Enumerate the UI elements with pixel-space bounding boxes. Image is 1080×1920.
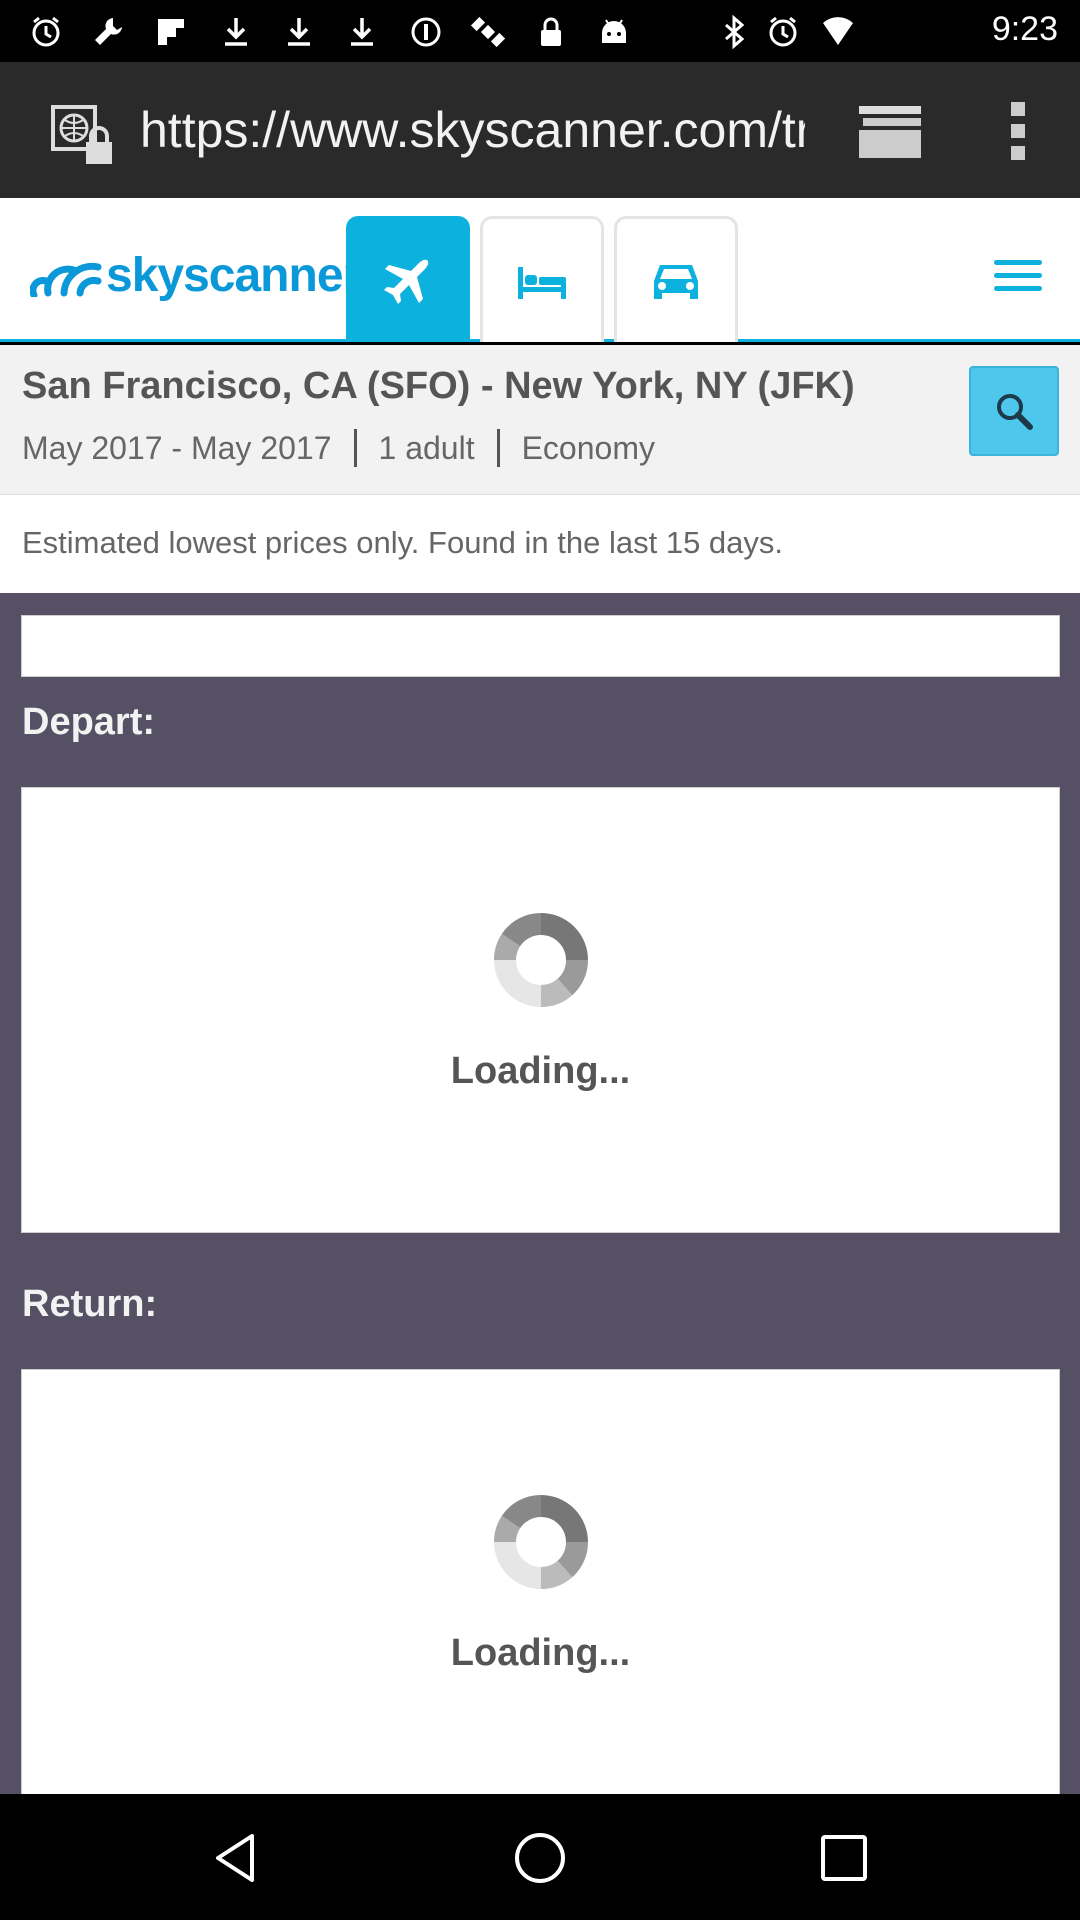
skyscanner-logo[interactable]: skyscanner xyxy=(30,248,361,302)
calendar-content: Depart: Loading... Return: Loading... xyxy=(0,593,1080,1815)
alarm-icon xyxy=(765,14,801,50)
alarm-icon xyxy=(28,14,64,50)
route-title: San Francisco, CA (SFO) - New York, NY (… xyxy=(22,365,855,407)
return-loading-text: Loading... xyxy=(450,1632,631,1674)
lock-icon xyxy=(533,14,569,50)
bluetooth-icon xyxy=(716,14,752,50)
wrench-icon xyxy=(90,14,126,50)
return-label: Return: xyxy=(22,1283,158,1325)
download-icon xyxy=(218,14,254,50)
flight-icon xyxy=(384,259,429,304)
skyscanner-cloud-icon xyxy=(30,262,102,297)
travel-dates: May 2017 - May 2017 xyxy=(22,429,332,466)
edit-search-button[interactable] xyxy=(969,366,1059,456)
site-security-icon[interactable] xyxy=(50,104,120,168)
flipboard-icon xyxy=(153,14,189,50)
status-bar: 9:23 xyxy=(0,0,1080,62)
month-selector[interactable] xyxy=(21,615,1060,677)
price-note: Estimated lowest prices only. Found in t… xyxy=(0,495,1080,593)
satellite-icon xyxy=(470,14,506,50)
cabin-class: Economy xyxy=(521,429,655,466)
depart-loading-text: Loading... xyxy=(450,1050,631,1092)
wifi-signal-icon xyxy=(820,14,856,50)
back-icon[interactable] xyxy=(208,1830,264,1886)
tab-car-hire[interactable] xyxy=(614,216,738,342)
depart-calendar: Loading... xyxy=(21,787,1060,1233)
tabs-icon[interactable] xyxy=(855,102,925,162)
divider xyxy=(353,429,357,467)
home-icon[interactable] xyxy=(512,1830,568,1886)
search-icon xyxy=(997,394,1033,430)
logo-text: skyscanner xyxy=(106,248,361,302)
overflow-menu-icon[interactable] xyxy=(1000,100,1036,162)
url-field[interactable]: https://www.skyscanner.com/transport/fli… xyxy=(140,98,805,162)
search-details: May 2017 - May 2017 1 adult Economy xyxy=(22,429,655,467)
loading-spinner-icon xyxy=(493,1494,589,1589)
hotel-icon xyxy=(518,266,566,299)
browser-toolbar: https://www.skyscanner.com/transport/fli… xyxy=(0,62,1080,198)
android-icon xyxy=(596,14,632,50)
depart-label: Depart: xyxy=(22,701,156,743)
data-saver-icon xyxy=(408,14,444,50)
hamburger-menu-icon[interactable] xyxy=(994,260,1042,296)
site-header: skyscanner xyxy=(0,198,1080,342)
car-icon xyxy=(654,264,698,299)
tab-hotels[interactable] xyxy=(480,216,604,342)
loading-spinner-icon xyxy=(493,912,589,1007)
download-icon xyxy=(281,14,317,50)
tab-flights[interactable] xyxy=(346,216,470,342)
price-note-text: Estimated lowest prices only. Found in t… xyxy=(22,525,784,560)
return-calendar: Loading... xyxy=(21,1369,1060,1815)
recents-icon[interactable] xyxy=(816,1830,872,1886)
divider xyxy=(496,429,500,467)
search-summary: San Francisco, CA (SFO) - New York, NY (… xyxy=(0,345,1080,495)
system-nav-bar xyxy=(0,1794,1080,1920)
download-icon xyxy=(344,14,380,50)
traveller-count: 1 adult xyxy=(378,429,475,466)
status-time: 9:23 xyxy=(991,10,1058,48)
